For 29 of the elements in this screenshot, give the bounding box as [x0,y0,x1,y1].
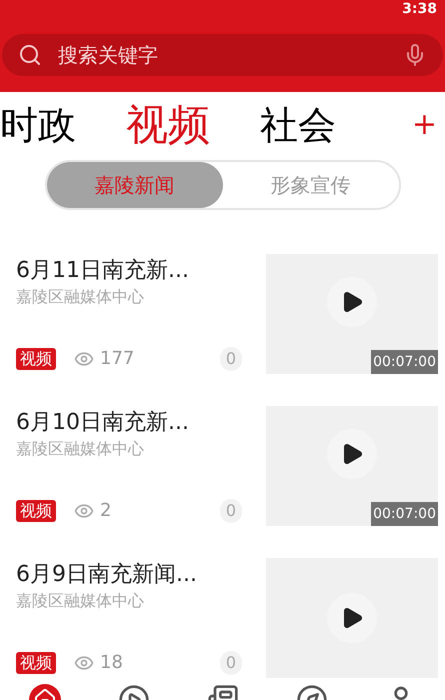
video-thumbnail[interactable] [266,558,438,678]
search-input[interactable]: 搜索关键字 [58,40,387,70]
comment-count: 0 [220,650,242,674]
view-count: 177 [100,347,134,371]
news-title[interactable]: 6月10日南充新... [16,408,266,438]
video-duration: 00:07:00 [371,350,438,374]
channel-tab[interactable]: 视频 [126,104,210,146]
view-count: 18 [100,651,123,675]
news-title[interactable]: 6月9日南充新闻... [16,560,266,590]
news-source: 嘉陵区融媒体中心 [16,590,145,612]
video-thumbnail[interactable]: 00:07:00 [266,254,438,374]
news-source: 嘉陵区融媒体中心 [16,438,145,460]
comment-count: 0 [220,346,242,370]
segment-tab[interactable]: 形象宣传 [222,162,398,208]
search-icon [18,43,42,67]
news-title[interactable]: 6月11日南充新... [16,256,266,286]
channel-tab[interactable]: 社会 [260,106,336,144]
status-time: 3:38 [402,2,437,16]
view-count: 2 [100,499,112,523]
search-bar[interactable]: 搜索关键字 [2,34,443,76]
video-thumbnail[interactable]: 00:07:00 [266,406,438,526]
video-tag: 视频 [16,348,56,370]
video-duration: 00:07:00 [371,502,438,526]
video-tag: 视频 [16,500,56,522]
add-channel-button[interactable]: + [412,110,437,140]
comment-count: 0 [220,498,242,522]
video-tag: 视频 [16,652,56,674]
news-source: 嘉陵区融媒体中心 [16,286,145,308]
channel-tab[interactable]: 时政 [0,106,76,144]
